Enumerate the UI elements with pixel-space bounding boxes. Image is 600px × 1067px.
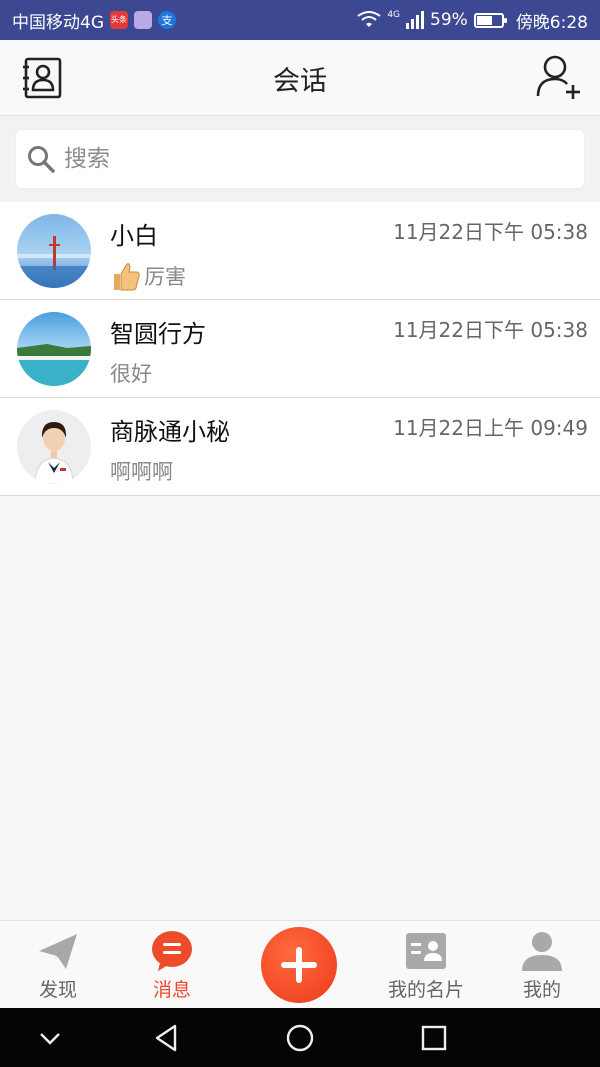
recents-icon[interactable] (418, 1022, 450, 1054)
conversation-name: 智圆行方 (110, 320, 206, 348)
business-card-icon (406, 933, 446, 969)
search-input[interactable] (64, 146, 564, 172)
nav-label-my-card: 我的名片 (387, 979, 464, 1001)
nav-my-card[interactable]: 我的名片 (376, 921, 476, 1009)
app-notification-icon (134, 11, 152, 29)
center-add-button[interactable] (261, 927, 337, 1003)
home-icon[interactable] (284, 1022, 316, 1054)
chevron-down-icon[interactable] (34, 1022, 66, 1054)
system-nav-bar (0, 1008, 600, 1067)
network-type: 4G (387, 9, 401, 20)
search-box[interactable] (16, 130, 584, 188)
conversation-item[interactable]: 智圆行方 11月22日下午 05:38 很好 (0, 300, 600, 398)
preview-text: 啊啊啊 (110, 460, 173, 484)
avatar (17, 312, 91, 386)
conversation-time: 11月22日下午 05:38 (393, 318, 588, 342)
status-bar: 中国移动4G 头条 支 4G 59% 傍晚6:28 (0, 0, 600, 40)
message-bubble-icon (152, 931, 192, 971)
conversation-preview: 啊啊啊 (110, 456, 173, 486)
nav-messages[interactable]: 消息 (122, 921, 222, 1009)
conversation-list: 小白 11月22日下午 05:38 厉害 智圆行方 11月22日下午 05:38… (0, 202, 600, 496)
clock: 傍晚6:28 (515, 12, 588, 33)
avatar (17, 214, 91, 288)
avatar (17, 410, 91, 484)
conversation-time: 11月22日上午 09:49 (393, 416, 588, 440)
signal-icon (406, 11, 425, 29)
contacts-button[interactable] (20, 56, 64, 100)
back-icon[interactable] (151, 1022, 183, 1054)
thumbs-up-icon (114, 263, 140, 291)
conversation-name: 小白 (110, 222, 158, 250)
header: 会话 (0, 40, 600, 116)
alipay-icon: 支 (158, 11, 176, 29)
contacts-book-icon (23, 57, 62, 99)
add-friend-button[interactable] (536, 54, 582, 100)
page-title: 会话 (273, 65, 327, 97)
battery-icon (473, 12, 507, 28)
status-right: 4G 59% 傍晚6:28 (357, 8, 588, 33)
wifi-icon (357, 11, 381, 27)
conversation-time: 11月22日下午 05:38 (393, 220, 588, 244)
add-friend-icon (536, 55, 580, 99)
nav-me[interactable]: 我的 (492, 921, 592, 1009)
conversation-item[interactable]: 小白 11月22日下午 05:38 厉害 (0, 202, 600, 300)
conversation-preview: 厉害 (110, 260, 186, 292)
conversation-name: 商脉通小秘 (110, 418, 230, 446)
nav-label-discover: 发现 (38, 979, 77, 1001)
conversation-preview: 很好 (110, 358, 152, 388)
carrier-text: 中国移动4G (12, 12, 104, 33)
news-app-icon: 头条 (110, 11, 128, 29)
person-icon (522, 932, 562, 971)
battery-percent: 59% (430, 10, 468, 30)
paper-plane-icon (39, 934, 77, 969)
preview-text: 很好 (110, 362, 152, 386)
nav-label-messages: 消息 (152, 979, 191, 1001)
conversation-item[interactable]: 商脉通小秘 11月22日上午 09:49 啊啊啊 (0, 398, 600, 496)
preview-text: 厉害 (144, 265, 186, 289)
search-area (0, 116, 600, 202)
search-icon (28, 146, 55, 173)
nav-label-me: 我的 (522, 979, 561, 1001)
plus-icon (281, 947, 317, 983)
status-left: 中国移动4G 头条 支 (12, 8, 176, 33)
nav-discover[interactable]: 发现 (8, 921, 108, 1009)
